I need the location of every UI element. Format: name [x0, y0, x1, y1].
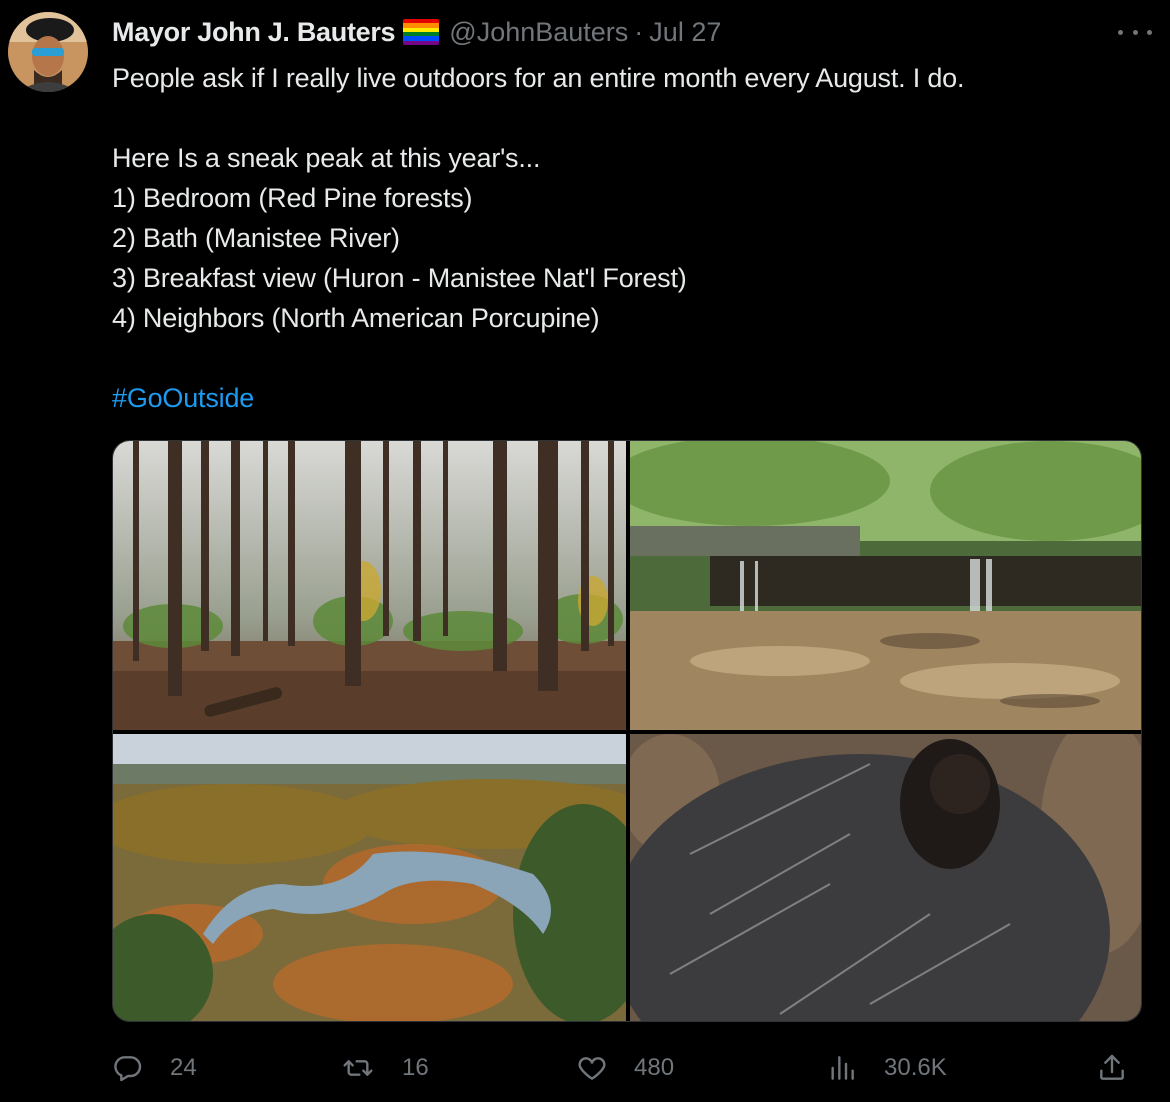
- reply-button[interactable]: 24: [112, 1048, 197, 1088]
- pride-flag-icon: [403, 19, 440, 45]
- author-name[interactable]: Mayor John J. Bauters: [112, 17, 396, 48]
- tweet-text-line: 2) Bath (Manistee River): [112, 223, 400, 253]
- tweet-actions: 24 16 480 30.6K: [112, 1048, 1142, 1088]
- views-icon: [831, 1056, 854, 1080]
- more-icon[interactable]: [1118, 22, 1152, 42]
- tweet-text-line: People ask if I really live outdoors for…: [112, 63, 965, 93]
- reply-icon: [114, 1056, 142, 1082]
- porcupine-photo[interactable]: [630, 734, 1141, 1021]
- tweet-text-line: 1) Bedroom (Red Pine forests): [112, 183, 473, 213]
- tweet-text: People ask if I really live outdoors for…: [112, 58, 1142, 418]
- tweet-date[interactable]: Jul 27: [649, 17, 721, 48]
- tweet-text-line: 3) Breakfast view (Huron - Manistee Nat'…: [112, 263, 687, 293]
- tweet-text-line: Here Is a sneak peak at this year's...: [112, 143, 541, 173]
- like-button[interactable]: 480: [576, 1048, 674, 1088]
- avatar[interactable]: [8, 12, 88, 92]
- tweet-text-line: 4) Neighbors (North American Porcupine): [112, 303, 600, 333]
- reply-count: 24: [170, 1054, 197, 1081]
- views-count: 30.6K: [884, 1054, 947, 1081]
- heart-icon: [578, 1057, 606, 1080]
- share-button[interactable]: [1096, 1048, 1128, 1088]
- tweet-header: Mayor John J. Bauters @JohnBauters · Jul…: [112, 14, 721, 50]
- retweet-button[interactable]: 16: [342, 1048, 429, 1088]
- river-valley-photo[interactable]: [113, 734, 626, 1021]
- views-button[interactable]: 30.6K: [826, 1048, 947, 1088]
- waterfall-photo[interactable]: [630, 441, 1141, 730]
- media-grid: [112, 440, 1142, 1022]
- retweet-count: 16: [402, 1054, 429, 1081]
- like-count: 480: [634, 1054, 675, 1081]
- forest-photo[interactable]: [113, 441, 626, 730]
- hashtag-link[interactable]: #GoOutside: [112, 383, 254, 413]
- share-icon: [1100, 1054, 1124, 1080]
- separator-dot: ·: [634, 16, 644, 47]
- author-handle[interactable]: @JohnBauters: [449, 17, 628, 48]
- retweet-icon: [343, 1060, 373, 1076]
